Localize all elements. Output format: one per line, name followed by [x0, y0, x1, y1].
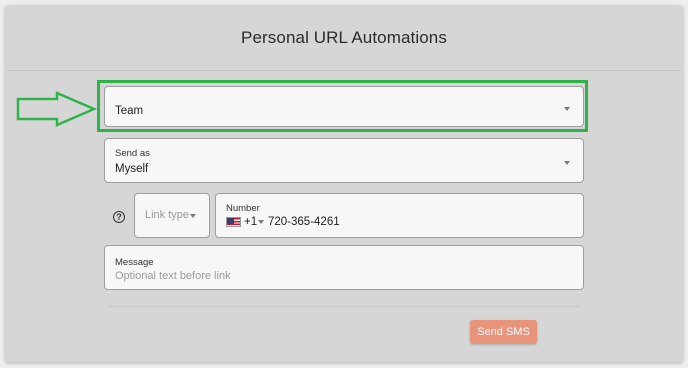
send-as-select[interactable]: Send as Myself	[104, 138, 584, 183]
send-as-value: Myself	[115, 163, 149, 175]
automation-panel: Personal URL Automations	[5, 5, 683, 362]
panel-header: Personal URL Automations	[5, 5, 683, 71]
page-title: Personal URL Automations	[241, 27, 447, 47]
message-placeholder: Optional text before link	[115, 270, 231, 282]
chevron-down-icon[interactable]	[258, 220, 264, 224]
link-type-select[interactable]: Link type	[134, 193, 210, 238]
send-sms-button[interactable]: Send SMS	[470, 320, 537, 344]
number-label: Number	[226, 203, 260, 214]
annotation-highlight-box	[97, 80, 588, 132]
right-arrow-icon	[16, 91, 98, 127]
country-code[interactable]: +1	[244, 216, 257, 228]
us-flag-icon[interactable]	[226, 217, 241, 227]
message-field[interactable]: Message Optional text before link	[104, 245, 584, 290]
send-as-label: Send as	[115, 148, 150, 159]
message-label: Message	[115, 257, 154, 268]
chevron-down-icon	[190, 214, 196, 218]
phone-number-value: 720-365-4261	[268, 216, 340, 228]
link-type-placeholder: Link type	[145, 209, 190, 221]
chevron-down-icon	[564, 161, 570, 165]
help-icon[interactable]: ?	[113, 211, 125, 223]
divider	[108, 306, 580, 307]
